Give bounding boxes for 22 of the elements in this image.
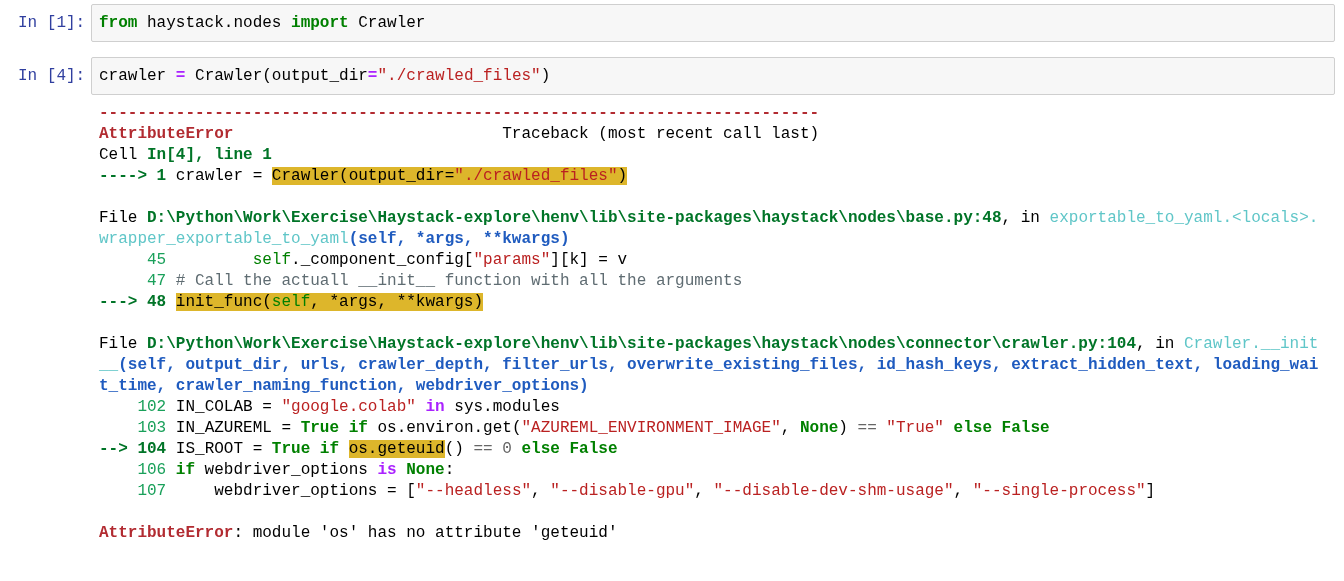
traceback-line: File D:\Python\Work\Exercise\Haystack-explore\henv\lib\site-packages\haystack\nodes\base.py:48, in exportable_to_yaml.<locals>.	[99, 208, 1319, 229]
traceback-line: 107 webdriver_options = ["--headless", "--disable-gpu", "--disable-dev-shm-usage", "--single-process"]	[136, 481, 1156, 502]
traceback-line: ---------------------------------------------------------------------------	[99, 103, 820, 124]
traceback-line: AttributeError Traceback (most recent call last)	[99, 124, 820, 145]
traceback-line: 103 IN_AZUREML = True if os.environ.get("AZUREML_ENVIRONMENT_IMAGE", None) == "True" else False	[136, 418, 1050, 439]
traceback-line: ----> 1 crawler = Crawler(output_dir="./crawled_files")	[99, 166, 628, 187]
traceback-line: 102 IN_COLAB = "google.colab" in sys.modules	[136, 397, 560, 418]
input-prompt: In [4]:	[17, 66, 87, 87]
code-cell-input[interactable]: crawler = Crawler(output_dir="./crawled_files")	[91, 57, 1335, 95]
traceback-line: 106 if webdriver_options is None:	[136, 460, 455, 481]
traceback-line: --> 104 IS_ROOT = True if os.geteuid() == 0 else False	[99, 439, 618, 460]
traceback-line: AttributeError: module 'os' has no attribute 'geteuid'	[99, 523, 618, 544]
traceback-line: File D:\Python\Work\Exercise\Haystack-explore\henv\lib\site-packages\haystack\nodes\connector\crawler.py:104, in Crawler.__init	[99, 334, 1319, 355]
traceback-line: t_time, crawler_naming_function, webdriver_options)	[99, 376, 589, 397]
traceback-line: 45 self._component_config["params"][k] = v	[146, 250, 628, 271]
traceback-line: ---> 48 init_func(self, *args, **kwargs)	[99, 292, 484, 313]
traceback-line: Cell In[4], line 1	[99, 145, 272, 166]
traceback-line: 47 # Call the actuall __init__ function with all the arguments	[146, 271, 743, 292]
input-prompt: In [1]:	[17, 13, 87, 34]
traceback-line: __(self, output_dir, urls, crawler_depth, filter_urls, overwrite_existing_files, id_hash_keys, extract_hidden_text, loading_wai	[99, 355, 1319, 376]
code-cell-input[interactable]: from haystack.nodes import Crawler	[91, 4, 1335, 42]
traceback-line: wrapper_exportable_to_yaml(self, *args, **kwargs)	[99, 229, 570, 250]
